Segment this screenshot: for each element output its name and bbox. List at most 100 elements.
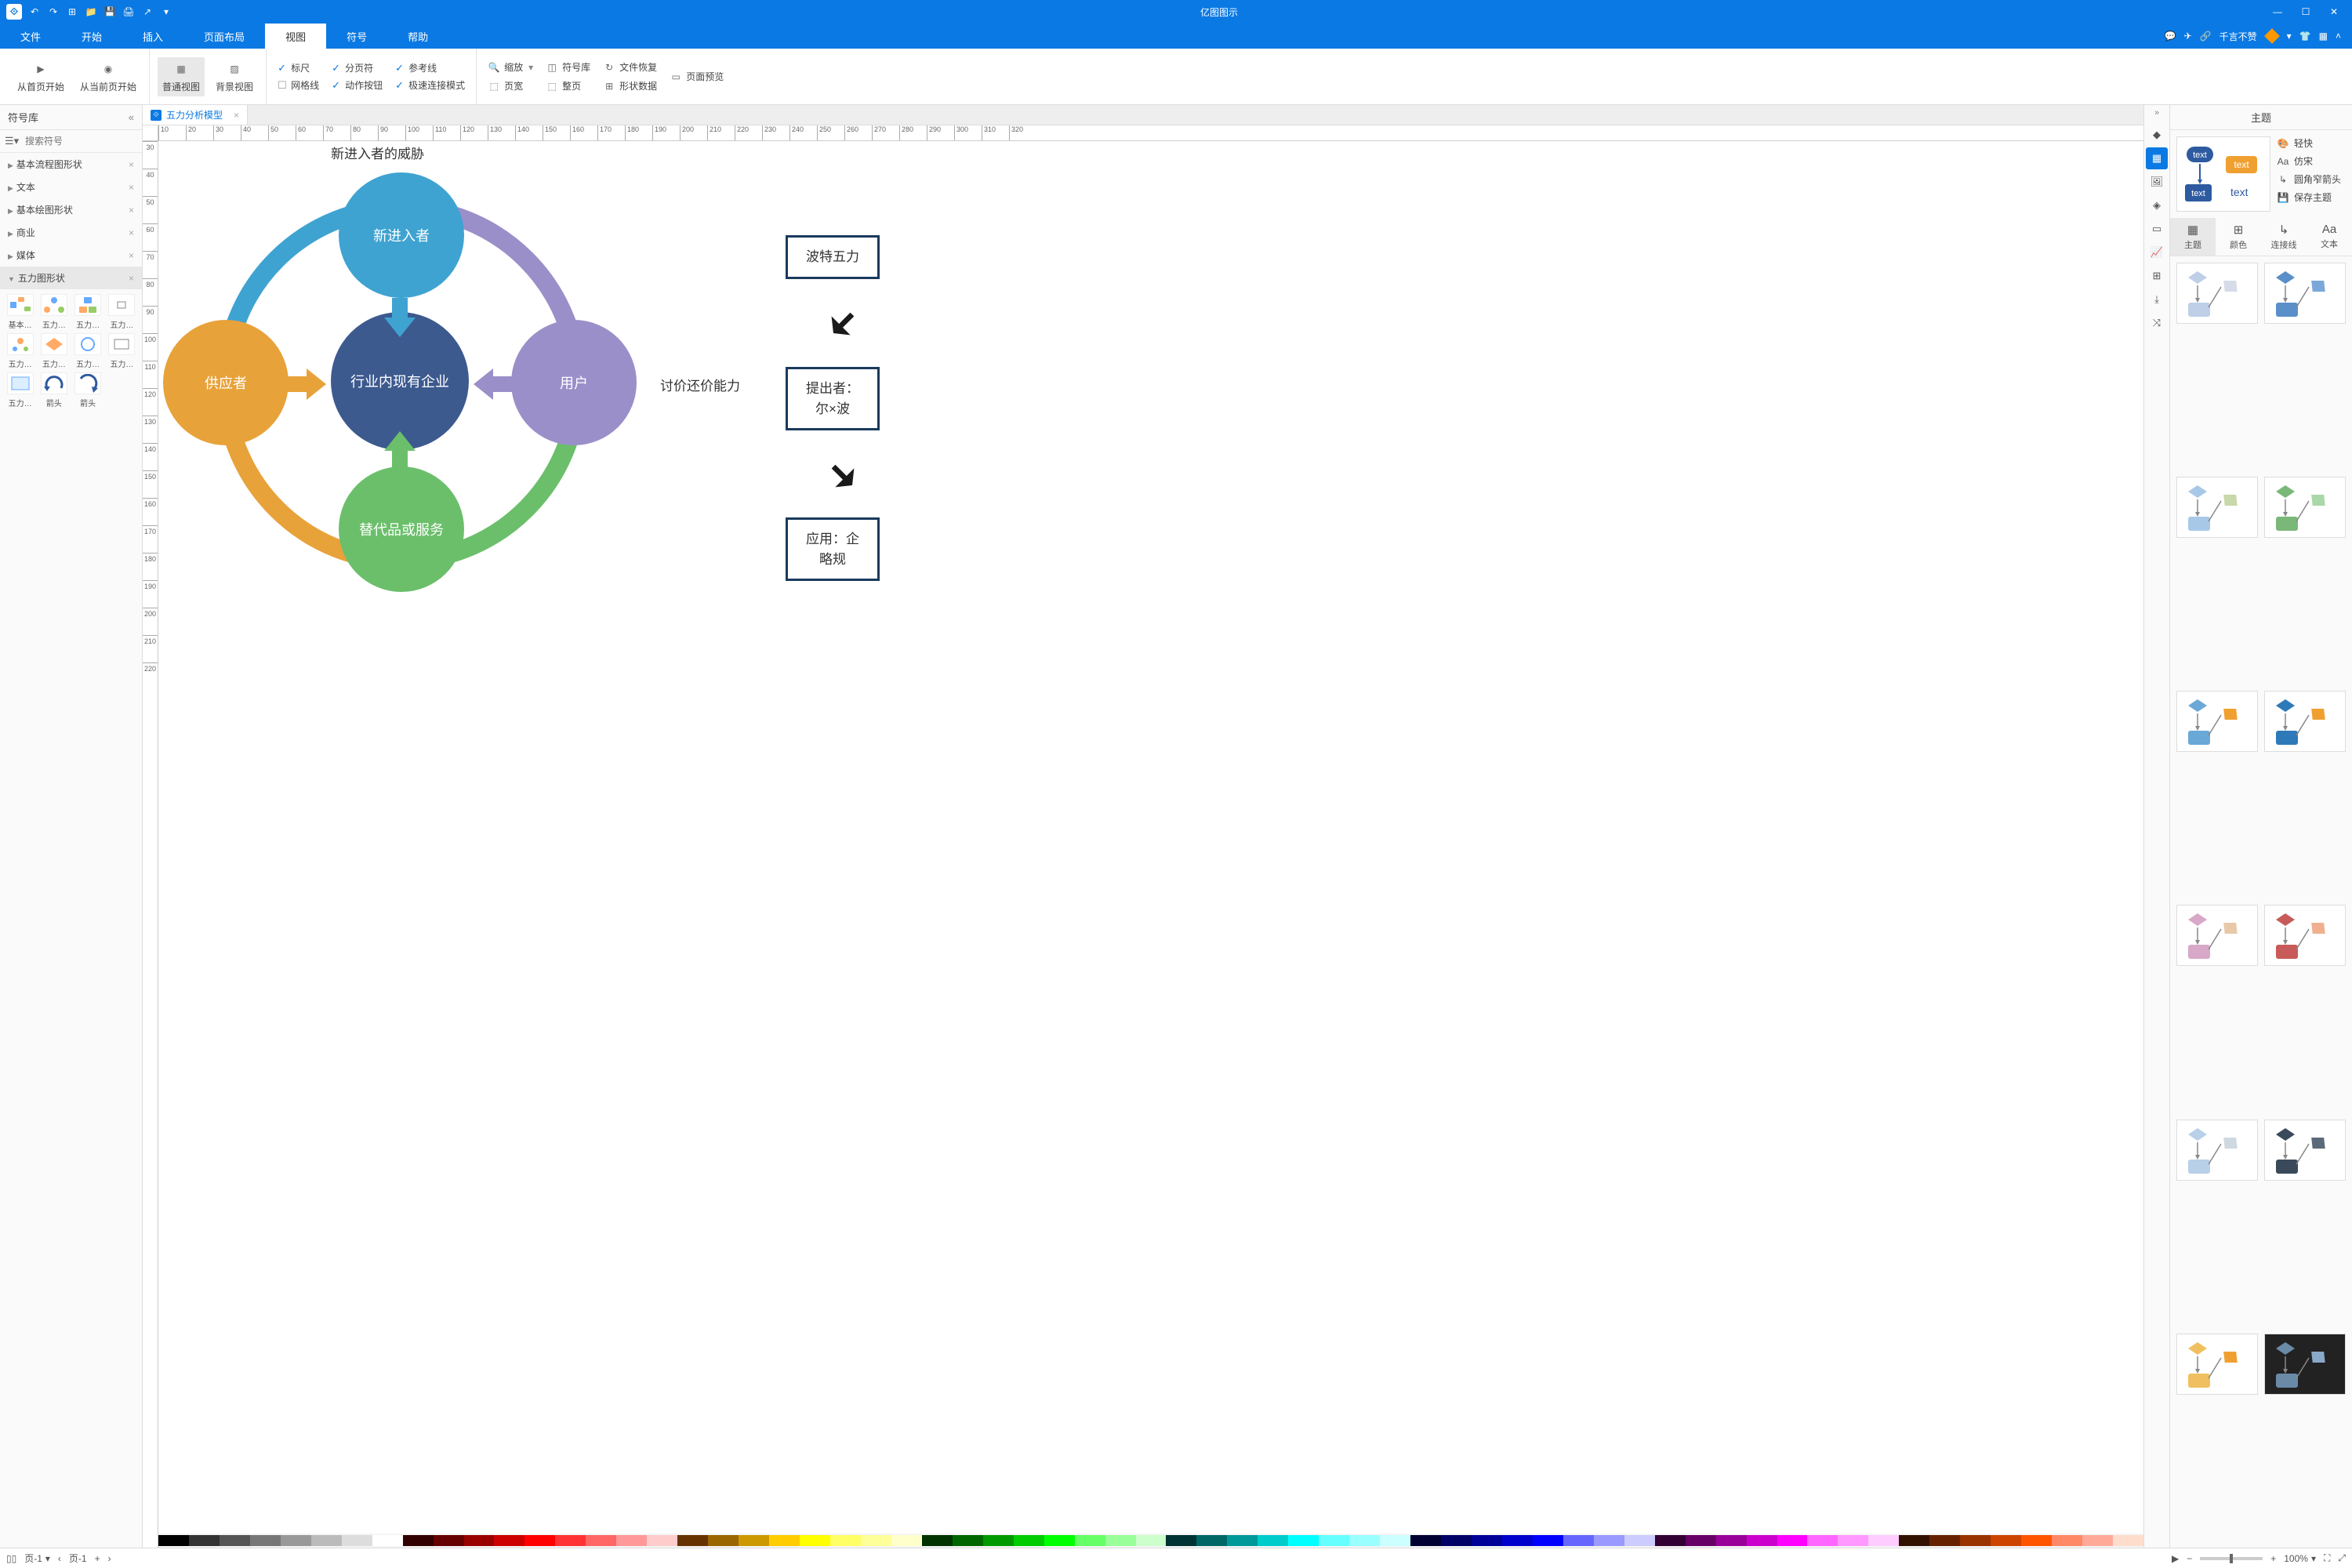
theme-item[interactable] [2176, 905, 2258, 966]
category-item[interactable]: ▶基本绘图形状× [0, 198, 142, 221]
shape-item[interactable]: 五力… [38, 333, 69, 369]
zoom-in-icon[interactable]: + [2270, 1553, 2276, 1564]
rp-tab-theme[interactable]: ▦主题 [2170, 218, 2216, 256]
color-swatch[interactable] [1319, 1535, 1349, 1546]
app-logo[interactable]: ⟐ [6, 4, 22, 20]
close-cat-icon[interactable]: × [129, 250, 134, 261]
redo-icon[interactable]: ↷ [47, 5, 60, 18]
theme-item[interactable] [2264, 477, 2346, 538]
menu-insert[interactable]: 插入 [122, 24, 183, 49]
color-swatch[interactable] [1655, 1535, 1686, 1546]
menu-layout[interactable]: 页面布局 [183, 24, 265, 49]
minimize-icon[interactable]: — [2267, 6, 2288, 17]
tool-shuffle-icon[interactable]: ⤨ [2146, 312, 2168, 334]
from-current-button[interactable]: ◉从当前页开始 [75, 57, 141, 96]
close-cat-icon[interactable]: × [129, 273, 134, 284]
color-swatch[interactable] [830, 1535, 861, 1546]
pagewidth-button[interactable]: ⬚页宽 [485, 78, 536, 94]
menu-view[interactable]: 视图 [265, 24, 326, 49]
fit-icon[interactable]: ⛶ [2324, 1552, 2330, 1564]
maximize-icon[interactable]: ☐ [2296, 6, 2316, 17]
color-bar[interactable] [158, 1534, 2143, 1548]
theme-item[interactable] [2264, 1120, 2346, 1181]
color-swatch[interactable] [708, 1535, 739, 1546]
shape-item[interactable]: 五力… [5, 333, 35, 369]
color-swatch[interactable] [1533, 1535, 1563, 1546]
shape-item[interactable]: 五力… [73, 333, 103, 369]
color-swatch[interactable] [189, 1535, 220, 1546]
color-swatch[interactable] [891, 1535, 922, 1546]
node-top[interactable]: 新进入者 [339, 172, 464, 298]
filerecover-button[interactable]: ↻文件恢复 [600, 59, 660, 75]
color-swatch[interactable] [1777, 1535, 1808, 1546]
color-swatch[interactable] [983, 1535, 1014, 1546]
actionbutton-check[interactable]: ✓动作按钮 [328, 78, 386, 93]
menu-home[interactable]: 开始 [61, 24, 122, 49]
theme-item[interactable] [2264, 905, 2346, 966]
save-icon[interactable]: 💾 [103, 5, 116, 18]
rp-tab-color[interactable]: ⊞颜色 [2216, 218, 2261, 256]
color-swatch[interactable] [2082, 1535, 2113, 1546]
color-swatch[interactable] [372, 1535, 403, 1546]
tool-page-icon[interactable]: ▭ [2146, 218, 2168, 240]
page-add-icon[interactable]: + [95, 1553, 100, 1564]
node-left[interactable]: 供应者 [163, 320, 289, 445]
tshirt-icon[interactable]: 👕 [2299, 31, 2311, 42]
color-swatch[interactable] [2021, 1535, 2052, 1546]
shape-item[interactable]: 五力… [107, 333, 137, 369]
color-swatch[interactable] [1349, 1535, 1380, 1546]
feedback-icon[interactable]: 💬 [2165, 31, 2176, 42]
color-swatch[interactable] [524, 1535, 555, 1546]
theme-quick-button[interactable]: 🎨轻快 [2277, 136, 2346, 150]
close-tab-icon[interactable]: × [234, 110, 239, 121]
vip-icon[interactable] [2264, 28, 2280, 44]
page-prev-icon[interactable]: ‹ [58, 1553, 61, 1564]
shape-item[interactable]: 箭头 [73, 372, 103, 408]
color-swatch[interactable] [1991, 1535, 2021, 1546]
color-swatch[interactable] [861, 1535, 891, 1546]
share-icon[interactable]: ↗ [141, 5, 154, 18]
color-swatch[interactable] [1227, 1535, 1258, 1546]
tool-image-icon[interactable]: 🖼 [2146, 171, 2168, 193]
node-right[interactable]: 用户 [511, 320, 637, 445]
page-next-icon[interactable]: › [108, 1553, 111, 1564]
color-swatch[interactable] [555, 1535, 586, 1546]
theme-save-button[interactable]: 💾保存主题 [2277, 191, 2346, 204]
page-selector[interactable]: 页-1 ▾ [24, 1552, 50, 1565]
close-cat-icon[interactable]: × [129, 205, 134, 216]
color-swatch[interactable] [2052, 1535, 2082, 1546]
color-swatch[interactable] [1105, 1535, 1136, 1546]
zoom-button[interactable]: 🔍缩放▾ [485, 59, 536, 75]
color-swatch[interactable] [647, 1535, 677, 1546]
theme-item[interactable] [2176, 1334, 2258, 1395]
theme-item[interactable] [2264, 691, 2346, 752]
category-item[interactable]: ▶商业× [0, 221, 142, 244]
color-swatch[interactable] [220, 1535, 250, 1546]
canvas[interactable]: 新进入者的威胁 新进入者 替代品或服务 供应者 用户 行业内现有企业 [158, 141, 2143, 1534]
color-swatch[interactable] [922, 1535, 953, 1546]
fastconnect-check[interactable]: ✓极速连接模式 [392, 78, 468, 93]
color-swatch[interactable] [1014, 1535, 1044, 1546]
shape-item[interactable]: 五力… [73, 294, 103, 330]
color-swatch[interactable] [1258, 1535, 1288, 1546]
color-swatch[interactable] [2113, 1535, 2143, 1546]
guides-check[interactable]: ✓参考线 [392, 60, 468, 75]
color-swatch[interactable] [1044, 1535, 1075, 1546]
color-swatch[interactable] [1410, 1535, 1441, 1546]
collapse-ribbon-icon[interactable]: ˄ [2336, 31, 2341, 42]
category-item[interactable]: ▶媒体× [0, 244, 142, 267]
shapedata-button[interactable]: ⊞形状数据 [600, 78, 660, 94]
tool-theme-icon[interactable]: ▦ [2146, 147, 2168, 169]
tool-chart-icon[interactable]: 📈 [2146, 241, 2168, 263]
tool-fill-icon[interactable]: ◆ [2146, 124, 2168, 146]
shape-item[interactable]: 五力… [107, 294, 137, 330]
close-icon[interactable]: ✕ [2324, 6, 2344, 17]
color-swatch[interactable] [311, 1535, 342, 1546]
color-swatch[interactable] [1899, 1535, 1929, 1546]
color-swatch[interactable] [1441, 1535, 1472, 1546]
color-swatch[interactable] [1502, 1535, 1533, 1546]
shape-item[interactable]: 基本… [5, 294, 35, 330]
color-swatch[interactable] [586, 1535, 616, 1546]
zoom-slider[interactable] [2200, 1557, 2263, 1560]
color-swatch[interactable] [1960, 1535, 1991, 1546]
